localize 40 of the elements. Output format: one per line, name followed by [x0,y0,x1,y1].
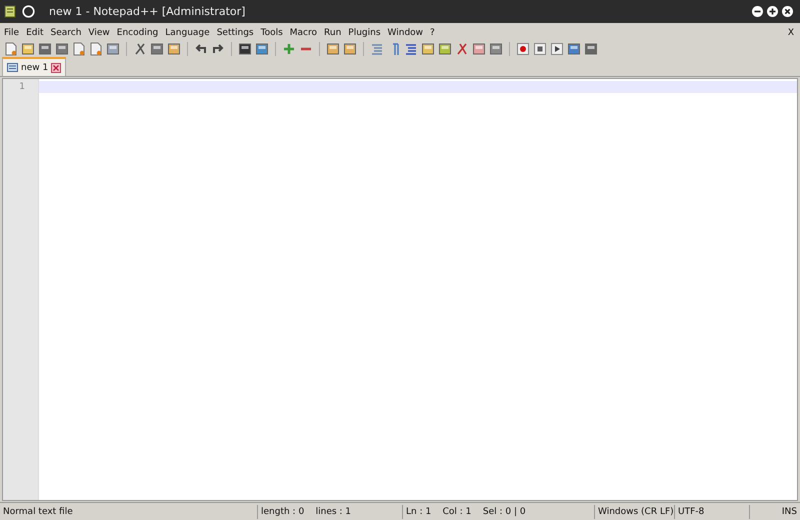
zoom-in-icon[interactable] [282,42,296,56]
menu-item[interactable]: Plugins [348,28,381,38]
status-position: Ln : 1 Col : 1 Sel : 0 | 0 [403,504,595,518]
status-insert-mode: INS [780,506,798,518]
notepad-icon [4,5,16,18]
menu-item[interactable]: Window [388,28,424,38]
status-encoding: UTF-8 [675,504,750,518]
circle-icon[interactable] [22,5,35,18]
play-icon[interactable] [550,42,564,56]
window-title: new 1 - Notepad++ [Administrator] [49,5,246,18]
menu-item[interactable]: Macro [290,28,318,38]
menu-item[interactable]: Encoding [116,28,158,38]
document-tab[interactable]: new 1 [2,57,66,76]
wrap-icon[interactable] [370,42,384,56]
menu-item[interactable]: Search [50,28,82,38]
menu-item[interactable]: Edit [26,28,44,38]
indent-guide-icon[interactable] [404,42,418,56]
stop-icon[interactable] [533,42,547,56]
new-document-icon[interactable] [4,42,18,56]
redo-icon[interactable] [211,42,225,56]
minimize-icon[interactable] [751,5,764,18]
documents-icon[interactable] [89,42,103,56]
maximize-icon[interactable] [766,5,779,18]
status-length: length : 0 lines : 1 [258,504,403,518]
close-icon[interactable] [781,5,794,18]
menu-item[interactable]: ? [430,28,435,38]
document-icon[interactable] [72,42,86,56]
menu-item[interactable]: Settings [216,28,254,38]
menu-item[interactable]: Run [324,28,342,38]
status-file-type: Normal text file [0,504,258,518]
menu-item[interactable]: View [88,28,110,38]
menu-item[interactable]: Tools [260,28,283,38]
status-line-ending: Windows (CR LF) [595,504,675,518]
document-icon [7,62,18,73]
menu-item[interactable]: File [4,28,20,38]
menu-item[interactable]: Language [165,28,210,38]
record-icon[interactable] [516,42,530,56]
line-number: 1 [19,81,25,93]
close-document-button[interactable]: X [788,28,796,38]
undo-icon[interactable] [194,42,208,56]
